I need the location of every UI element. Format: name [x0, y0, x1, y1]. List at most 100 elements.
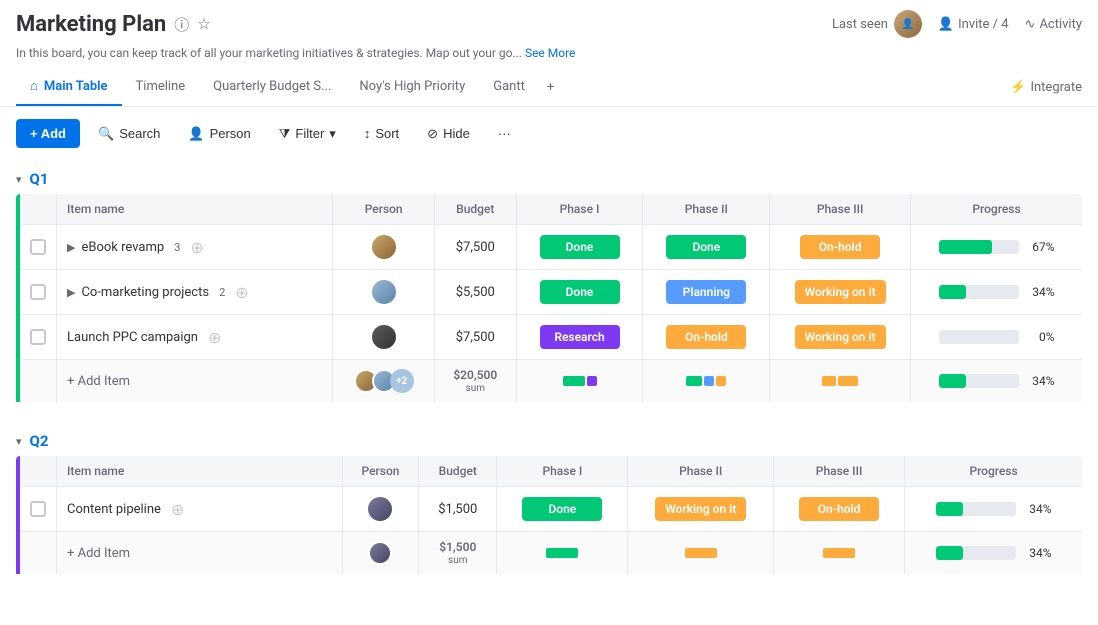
filter-icon: ⧩ [279, 126, 291, 142]
person-cell [353, 495, 409, 523]
activity-button[interactable]: ∿ Activity [1025, 17, 1082, 32]
more-options-button[interactable]: ··· [488, 120, 521, 147]
td-checkbox [20, 315, 57, 360]
phase1-badge[interactable]: Research [540, 325, 620, 349]
person-cell [343, 233, 424, 261]
th-budget-q2: Budget [419, 456, 497, 487]
td-budget: $1,500 [419, 487, 497, 532]
phase3-badge[interactable]: On-hold [800, 235, 880, 259]
group-q2-name[interactable]: Q2 [30, 432, 49, 450]
th-budget-q1: Budget [435, 194, 517, 225]
sort-button[interactable]: ↕ Sort [354, 120, 409, 147]
phase1-badge[interactable]: Done [540, 235, 620, 259]
add-child-icon[interactable]: ⊕ [171, 500, 184, 519]
search-button[interactable]: 🔍 Search [88, 120, 170, 148]
tab-main-table[interactable]: ⌂ Main Table [16, 68, 122, 106]
td-phase2-sum2 [628, 532, 774, 575]
add-button[interactable]: + Add [16, 119, 80, 148]
header-left: Marketing Plan ⓘ ☆ [16, 12, 211, 37]
phase3-badge[interactable]: Working on it [795, 325, 886, 349]
group-q1-toggle[interactable]: ▾ [16, 173, 22, 186]
td-phase3-sum2 [774, 532, 905, 575]
star-icon[interactable]: ☆ [197, 15, 210, 33]
td-person-sum2 [342, 532, 419, 575]
person-sum-cell: +2 [343, 369, 424, 393]
group-q1: ▾ Q1 Item name Person Budget Phase I Pha… [16, 160, 1082, 402]
checkbox[interactable] [30, 239, 46, 255]
tab-gantt[interactable]: Gantt [479, 69, 539, 106]
phase2-summary [653, 376, 759, 386]
group-q1-name[interactable]: Q1 [30, 170, 49, 188]
th-phase2-q1: Phase II [643, 194, 770, 225]
header-right: Last seen 👤 👤 Invite / 4 ∿ Activity [832, 10, 1082, 38]
td-person [342, 487, 419, 532]
add-child-icon[interactable]: ⊕ [190, 238, 203, 257]
checkbox[interactable] [30, 329, 46, 345]
sort-icon: ↕ [364, 126, 371, 141]
td-phase1: Done [516, 225, 643, 270]
progress-fill-sum [939, 374, 966, 388]
invite-button[interactable]: 👤 Invite / 4 [938, 17, 1009, 32]
th-item-name-q1: Item name [57, 194, 333, 225]
td-phase1-sum [516, 360, 643, 403]
th-person-q1: Person [333, 194, 435, 225]
filter-button[interactable]: ⧩ Filter ▾ [269, 120, 346, 148]
group-q2-header: ▾ Q2 [16, 422, 1082, 456]
phase2-badge[interactable]: Planning [666, 280, 746, 304]
invite-label: Invite / 4 [958, 17, 1008, 32]
tab-add-button[interactable]: + [539, 70, 562, 105]
td-budget: $7,500 [435, 225, 517, 270]
info-icon[interactable]: ⓘ [174, 14, 189, 35]
progress-bar-fill [936, 502, 963, 516]
q1-table-wrapper: Item name Person Budget Phase I Phase II… [16, 194, 1082, 402]
phase3-summary2 [784, 548, 894, 558]
expand-icon[interactable]: ▶ [67, 241, 75, 254]
phase3-badge[interactable]: On-hold [799, 497, 879, 521]
hide-icon: ⊘ [427, 126, 438, 142]
td-phase3-sum [770, 360, 911, 403]
person-cell [343, 278, 424, 306]
phase1-badge[interactable]: Done [540, 280, 620, 304]
td-add-item[interactable]: + Add Item [57, 360, 333, 403]
td-progress-sum: 34% [911, 360, 1083, 403]
progress-pct: 34% [1025, 285, 1055, 299]
td-progress: 0% [911, 315, 1083, 360]
integrate-button[interactable]: ⚡ Integrate [1010, 80, 1082, 95]
expand-icon[interactable]: ▶ [67, 286, 75, 299]
phase2-badge[interactable]: Working on it [655, 497, 746, 521]
phase3-badge[interactable]: Working on it [795, 280, 886, 304]
group-q2-toggle[interactable]: ▾ [16, 435, 22, 448]
add-item-label-q2[interactable]: + Add Item [67, 546, 130, 561]
phase2-badge[interactable]: On-hold [666, 325, 746, 349]
td-budget: $7,500 [435, 315, 517, 360]
td-add-item-q2[interactable]: + Add Item [57, 532, 343, 575]
tab-timeline[interactable]: Timeline [122, 69, 200, 106]
td-checkbox [20, 270, 57, 315]
add-child-icon[interactable]: ⊕ [208, 328, 221, 347]
person-filter-button[interactable]: 👤 Person [178, 120, 260, 148]
table-row: Content pipeline ⊕ $1,500 Done Working o… [20, 487, 1082, 532]
see-more-link[interactable]: See More [525, 46, 575, 60]
phase2-badge[interactable]: Done [666, 235, 746, 259]
td-progress: 34% [911, 270, 1083, 315]
tab-quarterly-budget[interactable]: Quarterly Budget S... [199, 69, 345, 106]
td-progress: 67% [911, 225, 1083, 270]
progress-pct: 34% [1022, 502, 1052, 516]
item-name-text: Content pipeline [67, 502, 161, 517]
last-seen-label: Last seen [832, 17, 888, 32]
add-child-icon[interactable]: ⊕ [235, 283, 248, 302]
td-phase1: Done [516, 270, 643, 315]
checkbox[interactable] [30, 284, 46, 300]
add-item-label[interactable]: + Add Item [67, 374, 130, 389]
phase1-badge[interactable]: Done [522, 497, 602, 521]
tab-noys-priority[interactable]: Noy's High Priority [345, 69, 479, 106]
search-icon: 🔍 [98, 126, 114, 142]
checkbox[interactable] [30, 501, 46, 517]
hide-button[interactable]: ⊘ Hide [417, 120, 480, 148]
tabs-bar: ⌂ Main Table Timeline Quarterly Budget S… [0, 68, 1098, 107]
phase1-summary [527, 376, 633, 386]
person-icon: 👤 [938, 17, 954, 32]
person-sum2-cell [353, 541, 409, 565]
progress-bar-wrap [939, 285, 1019, 299]
item-name-text: Co-marketing projects [81, 285, 209, 300]
